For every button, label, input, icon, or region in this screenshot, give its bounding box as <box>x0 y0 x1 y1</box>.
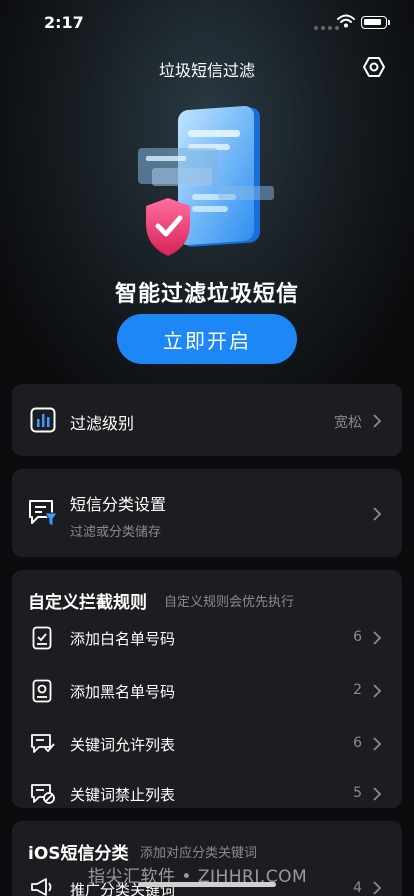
list-item-count: 5 <box>353 785 362 801</box>
filter-level-value: 宽松 <box>334 415 362 431</box>
ios-category-hint: 添加对应分类关键词 <box>140 846 258 861</box>
keyword-allow-row[interactable]: 关键词允许列表 6 <box>12 720 402 773</box>
nav-bar: 垃圾短信过滤 <box>0 44 414 88</box>
sms-filter-icon <box>29 500 58 527</box>
ios-category-title: iOS短信分类 <box>28 844 129 864</box>
battery-icon <box>361 16 387 29</box>
list-item-count: 6 <box>353 629 362 645</box>
list-item-count: 4 <box>353 880 362 896</box>
list-item-label: 关键词允许列表 <box>70 736 176 754</box>
phone-shield-illustration <box>138 106 274 256</box>
status-bar: 2:17 <box>0 0 414 44</box>
whitelist-doc-icon <box>32 626 52 650</box>
keyword-block-row[interactable]: 关键词禁止列表 5 <box>12 773 402 808</box>
wifi-icon <box>337 14 355 28</box>
list-item-count: 6 <box>353 735 362 751</box>
filter-level-icon <box>30 407 56 433</box>
list-item-count: 2 <box>353 682 362 698</box>
chevron-right-icon <box>373 881 382 895</box>
chevron-right-icon <box>373 684 382 698</box>
home-indicator[interactable] <box>138 882 276 887</box>
battery-tip <box>388 20 390 25</box>
list-item-label: 添加黑名单号码 <box>70 683 176 701</box>
list-item-label: 关键词禁止列表 <box>70 786 176 804</box>
hero-title: 智能过滤垃圾短信 <box>114 282 299 307</box>
sms-category-card[interactable]: 短信分类设置 过滤或分类储存 <box>12 469 402 557</box>
list-item-label: 添加白名单号码 <box>70 630 176 648</box>
custom-rules-title: 自定义拦截规则 <box>28 593 147 613</box>
settings-gear-icon[interactable] <box>362 55 386 79</box>
filter-level-card[interactable]: 过滤级别 宽松 <box>12 384 402 456</box>
chevron-right-icon <box>373 631 382 645</box>
keyword-block-icon <box>31 784 55 804</box>
status-time: 2:17 <box>44 13 84 32</box>
filter-level-label: 过滤级别 <box>70 414 135 433</box>
blacklist-person-icon <box>32 679 52 703</box>
chevron-right-icon <box>373 737 382 751</box>
chevron-right-icon <box>373 507 382 521</box>
megaphone-icon <box>31 878 52 896</box>
sms-category-label: 短信分类设置 <box>70 495 167 514</box>
blacklist-row[interactable]: 添加黑名单号码 2 <box>12 667 402 720</box>
sms-category-subtitle: 过滤或分类储存 <box>70 525 162 540</box>
custom-rules-card: 自定义拦截规则 自定义规则会优先执行 添加白名单号码 6 添加黑名单号码 2 关… <box>12 570 402 808</box>
page-title: 垃圾短信过滤 <box>158 61 255 80</box>
chevron-right-icon <box>373 414 382 428</box>
cellular-signal-icon <box>314 26 339 30</box>
chevron-right-icon <box>373 787 382 801</box>
keyword-allow-icon <box>31 734 55 753</box>
custom-rules-hint: 自定义规则会优先执行 <box>164 595 295 610</box>
enable-now-button[interactable]: 立即开启 <box>117 314 297 364</box>
whitelist-row[interactable]: 添加白名单号码 6 <box>12 614 402 667</box>
